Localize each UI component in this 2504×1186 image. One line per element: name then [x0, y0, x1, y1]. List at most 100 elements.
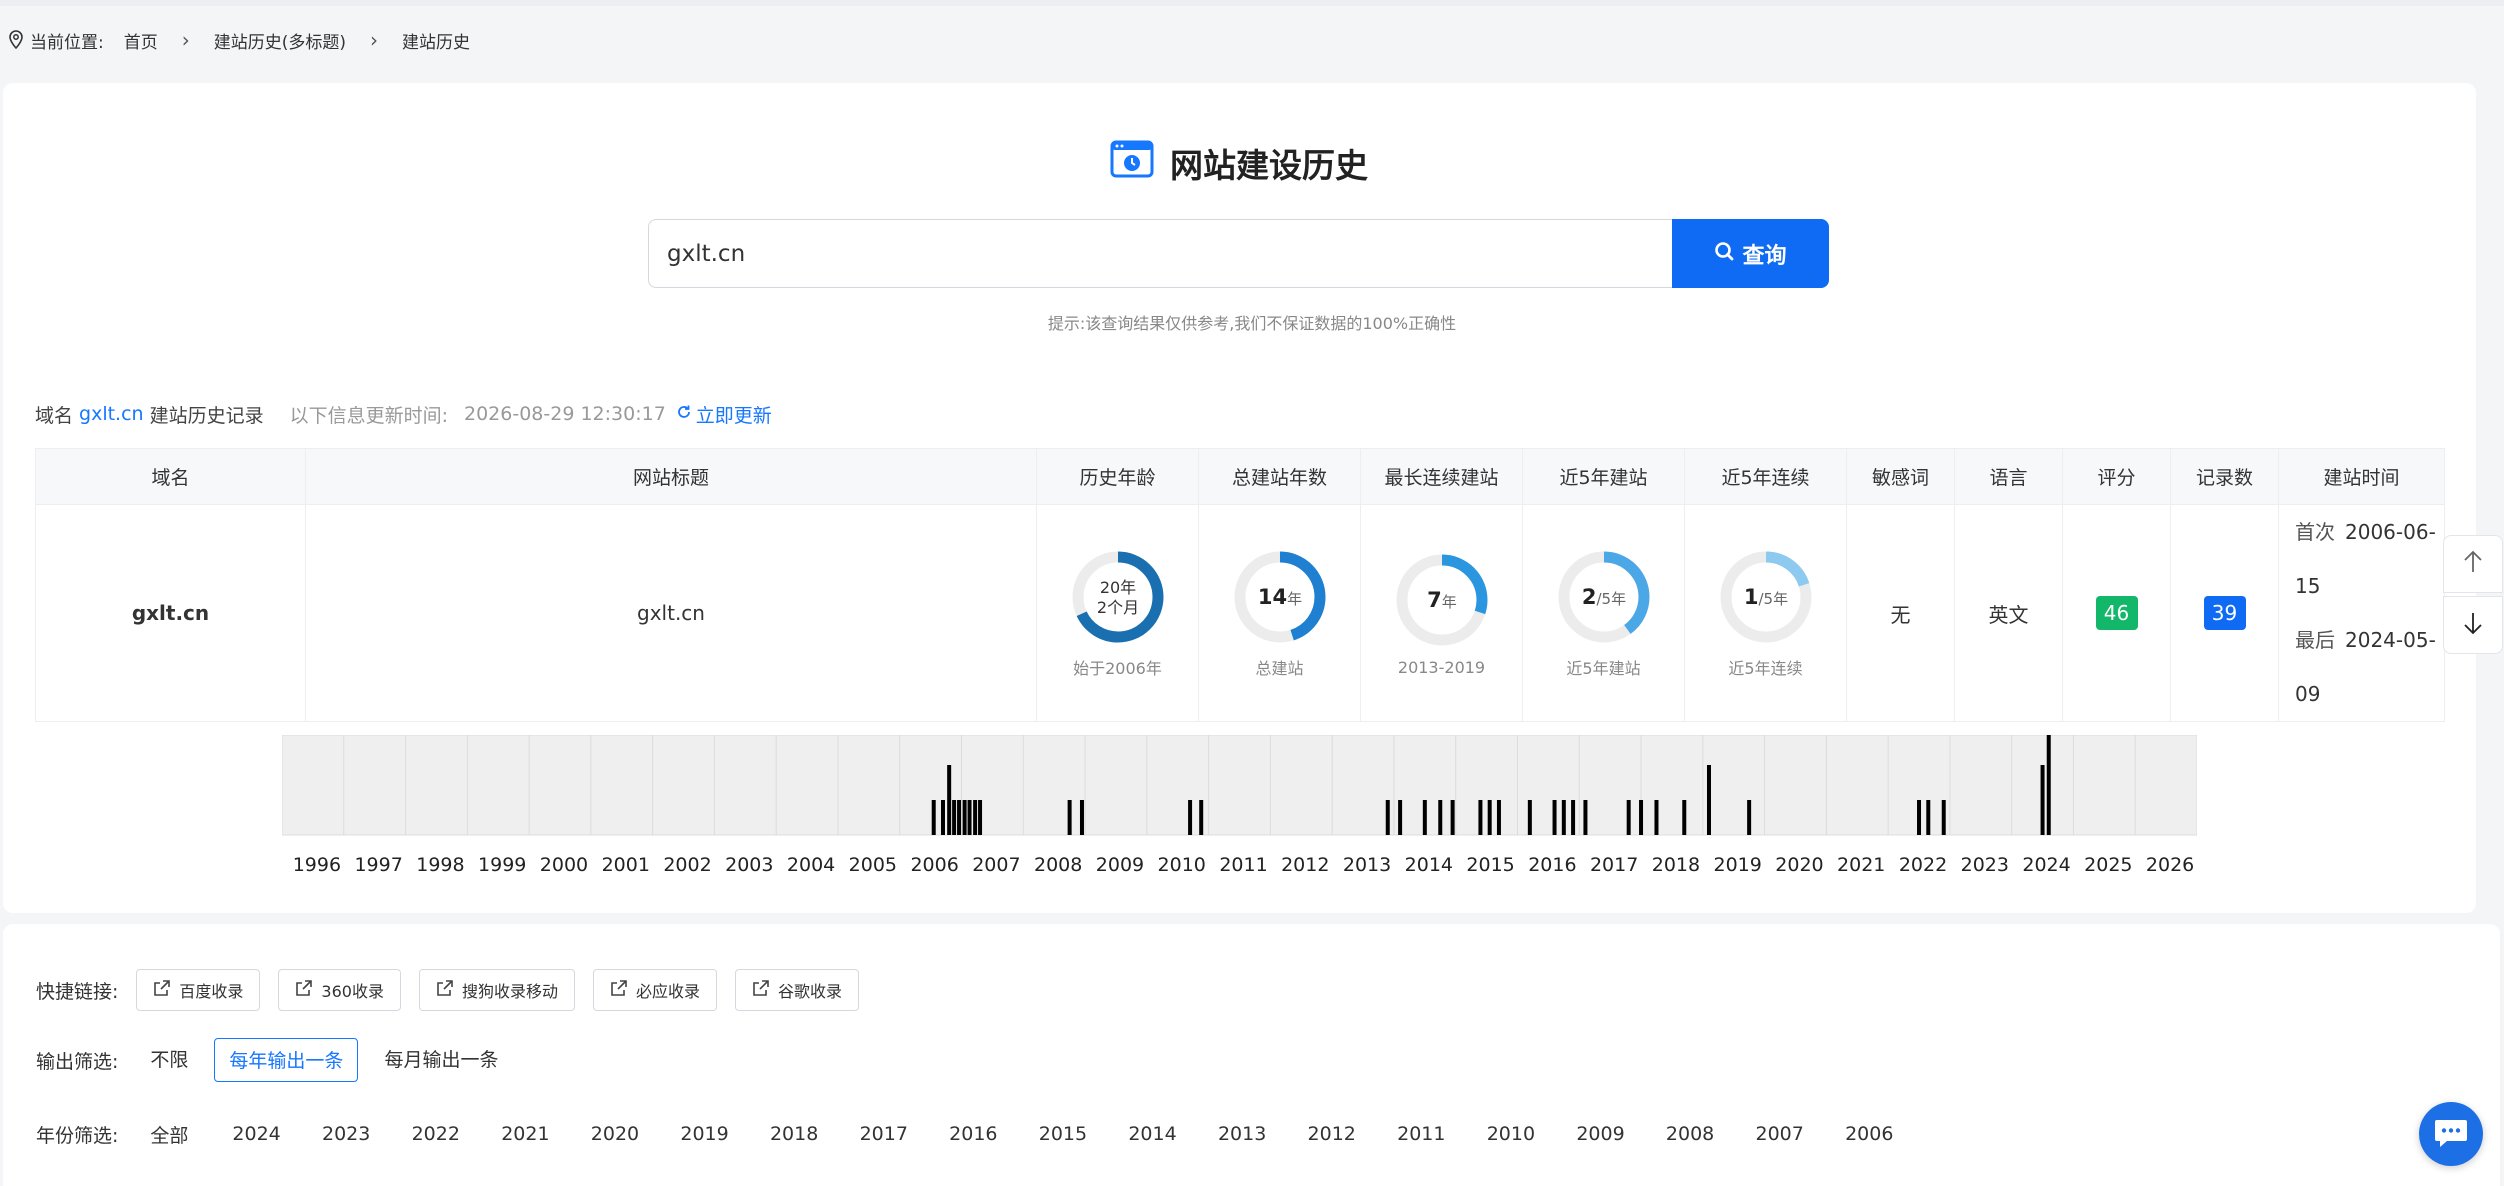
- timeline-record-bar: [1926, 800, 1931, 835]
- external-link-icon: [436, 979, 454, 1001]
- age-donut: 20年 2个月: [1072, 551, 1163, 643]
- search-icon: [1714, 241, 1734, 267]
- year-options: 全部 2024 2023 2022 2021 2020 2019 2018 2017 2016 20…: [150, 1121, 1934, 1148]
- timeline-record-bar: [1747, 800, 1752, 835]
- timeline-year-label: 1999: [478, 854, 526, 876]
- scroll-top-button[interactable]: [2443, 535, 2503, 593]
- timeline-record-bar: [1385, 800, 1390, 835]
- timeline-record-bar: [1561, 800, 1566, 835]
- timeline-record-bar: [957, 800, 962, 835]
- bing-index-button[interactable]: 必应收录: [592, 969, 717, 1011]
- year-option-2016[interactable]: 2016: [949, 1123, 1039, 1145]
- longest-donut: 7年: [1396, 554, 1487, 645]
- external-link-icon: [295, 979, 313, 1001]
- year-option-2006[interactable]: 2006: [1845, 1123, 1935, 1145]
- timeline-year-label: 2021: [1837, 854, 1885, 876]
- timeline-year-label: 2003: [725, 854, 773, 876]
- timeline-year-label: 1996: [293, 854, 341, 876]
- breadcrumb-multi-title[interactable]: 建站历史(多标题): [214, 28, 346, 53]
- timeline-year-label: 2002: [663, 854, 711, 876]
- baidu-index-button[interactable]: 百度收录: [136, 969, 261, 1011]
- quick-links: 快捷链接: 百度收录 360收录 搜狗收录移动 必应收录 谷歌收录: [36, 969, 860, 1011]
- output-option-all[interactable]: 不限: [136, 1038, 202, 1082]
- row-language: 英文: [1954, 504, 2063, 722]
- year-option-2009[interactable]: 2009: [1576, 1123, 1666, 1145]
- year-option-all[interactable]: 全部: [150, 1121, 232, 1148]
- year-option-2011[interactable]: 2011: [1397, 1123, 1487, 1145]
- calendar-window-icon: [1110, 139, 1154, 187]
- google-index-label: 谷歌收录: [778, 982, 843, 1001]
- timeline-year-label: 1997: [354, 854, 402, 876]
- sogou-mobile-index-button[interactable]: 搜狗收录移动: [418, 969, 575, 1011]
- recent5-caption: 近5年建站: [1566, 659, 1641, 678]
- recent5cont-unit: /5年: [1758, 590, 1788, 608]
- google-index-button[interactable]: 谷歌收录: [735, 969, 860, 1011]
- search-button[interactable]: 查询: [1672, 219, 1829, 288]
- recent5cont-num: 1: [1743, 585, 1758, 609]
- col-title: 网站标题: [305, 448, 1037, 505]
- refresh-link[interactable]: 立即更新: [676, 401, 772, 428]
- chevron-right-icon: ›: [181, 28, 190, 52]
- year-option-2010[interactable]: 2010: [1487, 1123, 1577, 1145]
- timeline-record-bar: [1478, 800, 1483, 835]
- col-longest: 最长连续建站: [1360, 448, 1523, 505]
- timeline-record-bar: [1583, 800, 1588, 835]
- recent5-num: 2: [1581, 585, 1596, 609]
- year-option-2015[interactable]: 2015: [1039, 1123, 1129, 1145]
- chat-bubble-icon: [2433, 1116, 2469, 1153]
- scroll-bottom-button[interactable]: [2443, 596, 2503, 654]
- timeline-svg: 1996 1997 1998 1999 2000 2001 2002 2003 2004 2005…: [282, 735, 2197, 876]
- external-link-icon: [610, 979, 628, 1001]
- year-option-2023[interactable]: 2023: [322, 1123, 412, 1145]
- timeline-record-bar: [1626, 800, 1631, 835]
- updated-time: 2026-08-29 12:30:17: [464, 403, 666, 425]
- year-option-2018[interactable]: 2018: [770, 1123, 860, 1145]
- col-domain: 域名: [35, 448, 306, 505]
- output-option-monthly[interactable]: 每月输出一条: [370, 1038, 512, 1082]
- total-cell: 14年 总建站: [1198, 504, 1361, 722]
- year-option-2012[interactable]: 2012: [1308, 1123, 1398, 1145]
- year-option-2008[interactable]: 2008: [1666, 1123, 1756, 1145]
- timeline-record-bar: [1571, 800, 1576, 835]
- timeline-year-label: 2013: [1343, 854, 1391, 876]
- age-line2: 2个月: [1096, 598, 1138, 617]
- sogou-mobile-index-label: 搜狗收录移动: [461, 982, 558, 1001]
- so360-index-button[interactable]: 360收录: [278, 969, 401, 1011]
- chat-button[interactable]: [2419, 1102, 2483, 1166]
- refresh-label: 立即更新: [695, 404, 772, 427]
- timeline-background: [282, 735, 2197, 836]
- year-option-2007[interactable]: 2007: [1756, 1123, 1846, 1145]
- year-option-2013[interactable]: 2013: [1218, 1123, 1308, 1145]
- first-label: 首次: [2295, 520, 2335, 544]
- output-option-yearly[interactable]: 每年输出一条: [214, 1038, 359, 1082]
- timeline-year-label: 2018: [1652, 854, 1700, 876]
- disclaimer-hint: 提示:该查询结果仅供参考,我们不保证数据的100%正确性: [1047, 314, 1457, 333]
- record-suffix: 建站历史记录: [149, 404, 264, 427]
- timeline-record-bar: [1199, 800, 1204, 835]
- search-input[interactable]: [648, 219, 1672, 288]
- timeline-year-label: 2007: [972, 854, 1020, 876]
- col-recent5-cont: 近5年连续: [1684, 448, 1847, 505]
- year-option-2024[interactable]: 2024: [232, 1123, 322, 1145]
- timeline-record-bar: [1552, 800, 1557, 835]
- recent5-donut: 2/5年: [1558, 551, 1649, 643]
- year-option-2021[interactable]: 2021: [501, 1123, 591, 1145]
- row-domain: gxlt.cn: [35, 504, 306, 722]
- timeline-year-label: 2019: [1714, 854, 1762, 876]
- col-records: 记录数: [2170, 448, 2279, 505]
- timeline-year-label: 2012: [1281, 854, 1329, 876]
- year-option-2014[interactable]: 2014: [1128, 1123, 1218, 1145]
- year-filter-label: 年份筛选:: [36, 1124, 119, 1147]
- year-option-2017[interactable]: 2017: [860, 1123, 950, 1145]
- col-language: 语言: [1954, 448, 2063, 505]
- timeline-year-label: 2026: [2146, 854, 2194, 876]
- record-domain-link[interactable]: gxlt.cn: [79, 403, 144, 425]
- year-option-2020[interactable]: 2020: [591, 1123, 681, 1145]
- breadcrumb-home[interactable]: 首页: [124, 28, 158, 53]
- year-option-2022[interactable]: 2022: [412, 1123, 502, 1145]
- so360-index-label: 360收录: [321, 982, 384, 1001]
- breadcrumb: 当前位置: 首页 › 建站历史(多标题) › 建站历史: [8, 26, 470, 54]
- year-option-2019[interactable]: 2019: [680, 1123, 770, 1145]
- search-bar: 查询: [648, 219, 1829, 288]
- col-recent5: 近5年建站: [1522, 448, 1685, 505]
